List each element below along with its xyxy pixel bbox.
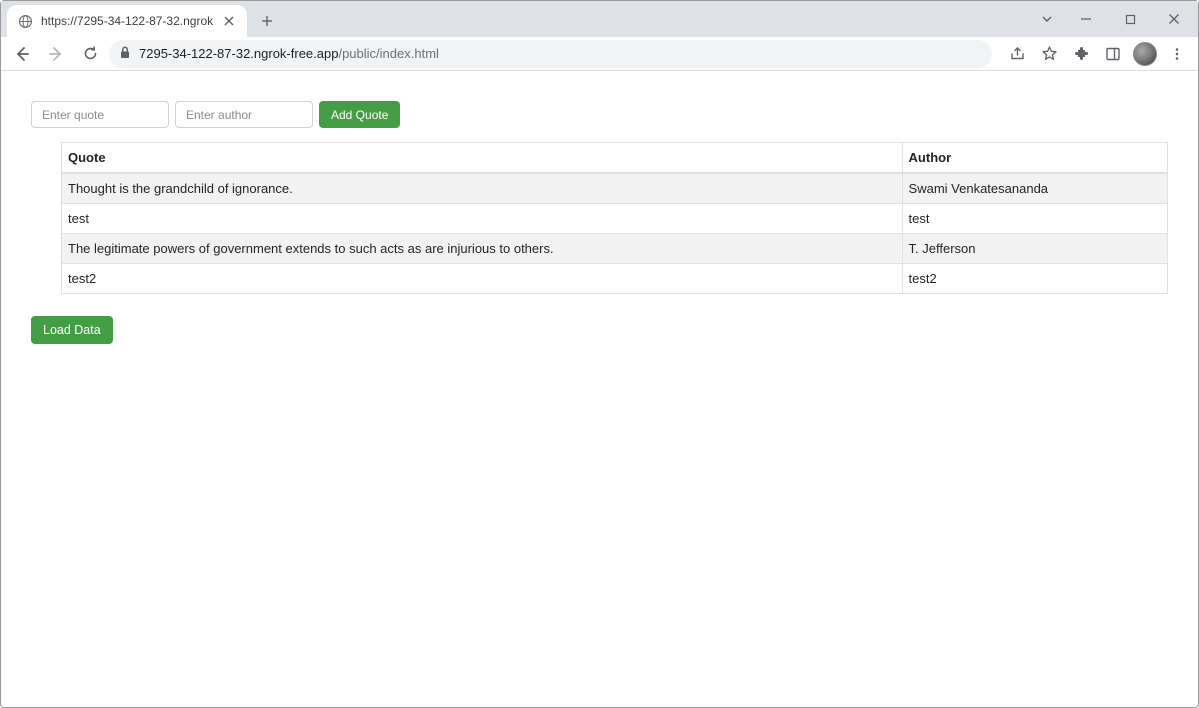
- cell-author: T. Jefferson: [902, 234, 1167, 264]
- bookmark-star-icon[interactable]: [1034, 39, 1064, 69]
- table-row: Thought is the grandchild of ignorance.S…: [62, 173, 1168, 204]
- menu-dots-icon[interactable]: [1162, 39, 1192, 69]
- header-quote: Quote: [62, 143, 903, 174]
- profile-avatar[interactable]: [1130, 39, 1160, 69]
- cell-author: Swami Venkatesananda: [902, 173, 1167, 204]
- table-row: test2test2: [62, 264, 1168, 294]
- cell-quote: Thought is the grandchild of ignorance.: [62, 173, 903, 204]
- tab-search-icon[interactable]: [1032, 4, 1062, 34]
- new-tab-button[interactable]: [253, 7, 281, 35]
- add-quote-button[interactable]: Add Quote: [319, 101, 400, 128]
- address-bar[interactable]: 7295-34-122-87-32.ngrok-free.app/public/…: [109, 40, 992, 68]
- load-data-button[interactable]: Load Data: [31, 316, 113, 344]
- url-path: /public/index.html: [338, 46, 438, 61]
- table-row: testtest: [62, 204, 1168, 234]
- url-text: 7295-34-122-87-32.ngrok-free.app/public/…: [139, 46, 982, 61]
- browser-tab[interactable]: https://7295-34-122-87-32.ngrok: [7, 5, 247, 37]
- cell-quote: test2: [62, 264, 903, 294]
- cell-quote: test: [62, 204, 903, 234]
- table-row: The legitimate powers of government exte…: [62, 234, 1168, 264]
- window-controls: [1032, 1, 1198, 37]
- quote-input[interactable]: [31, 101, 169, 128]
- globe-icon: [17, 13, 33, 29]
- tab-title: https://7295-34-122-87-32.ngrok: [41, 14, 213, 28]
- lock-icon: [119, 46, 131, 62]
- table-header-row: Quote Author: [62, 143, 1168, 174]
- tab-strip: https://7295-34-122-87-32.ngrok: [1, 1, 1198, 37]
- close-tab-icon[interactable]: [221, 13, 237, 29]
- close-window-button[interactable]: [1154, 4, 1194, 34]
- toolbar-right: [996, 39, 1192, 69]
- add-quote-form: Add Quote: [31, 101, 1168, 128]
- back-button[interactable]: [7, 39, 37, 69]
- url-host: 7295-34-122-87-32.ngrok-free.app: [139, 46, 338, 61]
- minimize-button[interactable]: [1066, 4, 1106, 34]
- browser-toolbar: 7295-34-122-87-32.ngrok-free.app/public/…: [1, 37, 1198, 71]
- side-panel-icon[interactable]: [1098, 39, 1128, 69]
- quotes-table: Quote Author Thought is the grandchild o…: [61, 142, 1168, 294]
- forward-button[interactable]: [41, 39, 71, 69]
- reload-button[interactable]: [75, 39, 105, 69]
- cell-author: test: [902, 204, 1167, 234]
- maximize-button[interactable]: [1110, 4, 1150, 34]
- page-content: Add Quote Quote Author Thought is the gr…: [1, 71, 1198, 707]
- cell-author: test2: [902, 264, 1167, 294]
- header-author: Author: [902, 143, 1167, 174]
- extensions-icon[interactable]: [1066, 39, 1096, 69]
- cell-quote: The legitimate powers of government exte…: [62, 234, 903, 264]
- author-input[interactable]: [175, 101, 313, 128]
- share-icon[interactable]: [1002, 39, 1032, 69]
